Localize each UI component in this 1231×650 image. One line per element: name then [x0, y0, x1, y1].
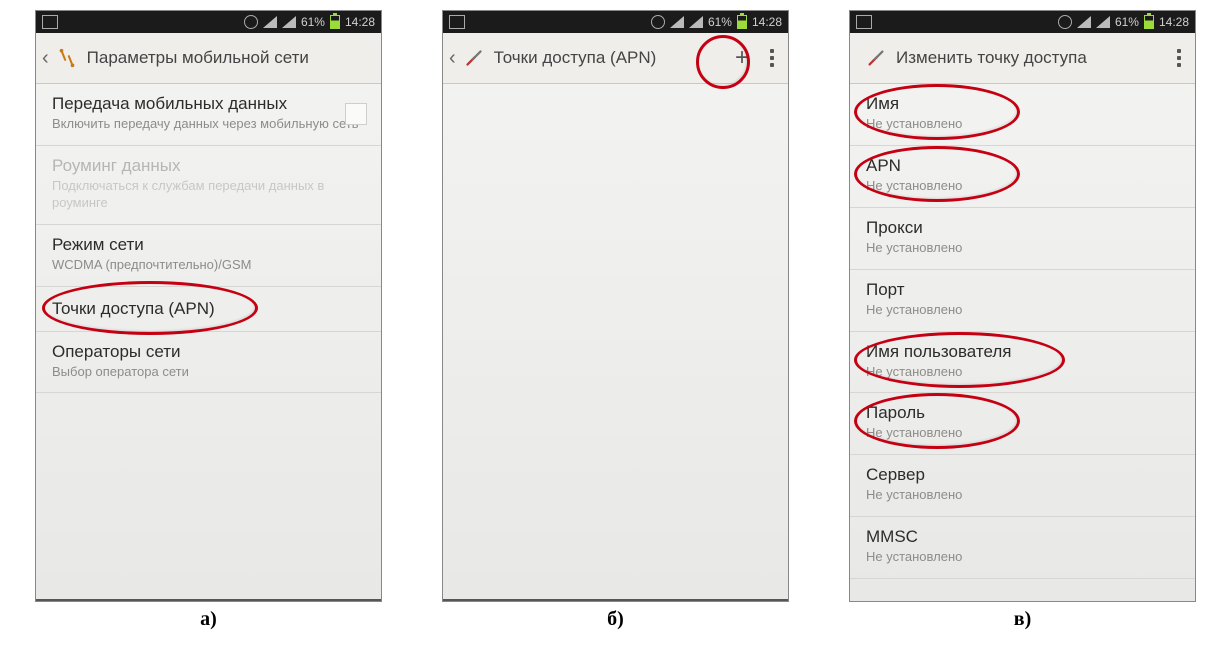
- page-title: Параметры мобильной сети: [87, 48, 375, 68]
- field-server[interactable]: Сервер Не установлено: [850, 455, 1195, 517]
- battery-text: 61%: [1115, 15, 1139, 29]
- sync-icon: [1058, 15, 1072, 29]
- overflow-menu-button[interactable]: [1169, 41, 1189, 75]
- page-title: Точки доступа (APN): [494, 48, 722, 68]
- battery-text: 61%: [708, 15, 732, 29]
- app-bar: ‹ Точки доступа (APN) +: [443, 33, 788, 84]
- caption-c: в): [1014, 608, 1031, 631]
- field-name[interactable]: Имя Не установлено: [850, 84, 1195, 146]
- battery-icon: [1144, 15, 1154, 29]
- signal-icon: [689, 16, 703, 28]
- field-mmsc[interactable]: MMSC Не установлено: [850, 517, 1195, 579]
- caption-b: б): [607, 608, 624, 631]
- status-bar: 61% 14:28: [36, 11, 381, 33]
- battery-icon: [330, 15, 340, 29]
- tools-icon: [462, 46, 486, 70]
- settings-list: Передача мобильных данных Включить перед…: [36, 84, 381, 599]
- clock: 14:28: [1159, 15, 1189, 29]
- signal-icon: [1096, 16, 1110, 28]
- screen-a: 61% 14:28 ‹ Параметры мобильной сети Пер…: [35, 10, 382, 602]
- back-button[interactable]: ‹: [449, 43, 458, 74]
- status-bar: 61% 14:28: [443, 11, 788, 33]
- add-apn-button[interactable]: +: [722, 38, 762, 78]
- clock: 14:28: [752, 15, 782, 29]
- apn-list-empty: [443, 84, 788, 599]
- settings-icon: [55, 46, 79, 70]
- signal-icon: [1077, 16, 1091, 28]
- screen-c: 61% 14:28 Изменить точку доступа Имя Не …: [849, 10, 1196, 602]
- item-network-mode[interactable]: Режим сети WCDMA (предпочтительно)/GSM: [36, 225, 381, 287]
- sync-icon: [651, 15, 665, 29]
- overflow-menu-button[interactable]: [762, 41, 782, 75]
- picture-icon: [42, 15, 58, 29]
- battery-text: 61%: [301, 15, 325, 29]
- battery-icon: [737, 15, 747, 29]
- field-apn[interactable]: APN Не установлено: [850, 146, 1195, 208]
- item-apn[interactable]: Точки доступа (APN): [36, 287, 381, 332]
- picture-icon: [449, 15, 465, 29]
- signal-icon: [263, 16, 277, 28]
- status-bar: 61% 14:28: [850, 11, 1195, 33]
- field-proxy[interactable]: Прокси Не установлено: [850, 208, 1195, 270]
- clock: 14:28: [345, 15, 375, 29]
- item-data-roaming: Роуминг данных Подключаться к службам пе…: [36, 146, 381, 225]
- picture-icon: [856, 15, 872, 29]
- app-bar: Изменить точку доступа: [850, 33, 1195, 84]
- caption-a: а): [200, 608, 217, 631]
- field-password[interactable]: Пароль Не установлено: [850, 393, 1195, 455]
- app-bar: ‹ Параметры мобильной сети: [36, 33, 381, 84]
- sync-icon: [244, 15, 258, 29]
- screen-b: 61% 14:28 ‹ Точки доступа (APN) +: [442, 10, 789, 602]
- field-username[interactable]: Имя пользователя Не установлено: [850, 332, 1195, 394]
- signal-icon: [670, 16, 684, 28]
- item-mobile-data[interactable]: Передача мобильных данных Включить перед…: [36, 84, 381, 146]
- item-operators[interactable]: Операторы сети Выбор оператора сети: [36, 332, 381, 394]
- signal-icon: [282, 16, 296, 28]
- page-title: Изменить точку доступа: [896, 48, 1169, 68]
- checkbox-mobile-data[interactable]: [345, 103, 367, 125]
- back-button[interactable]: ‹: [42, 43, 51, 74]
- field-port[interactable]: Порт Не установлено: [850, 270, 1195, 332]
- apn-fields-list: Имя Не установлено APN Не установлено Пр…: [850, 84, 1195, 601]
- tools-icon: [864, 46, 888, 70]
